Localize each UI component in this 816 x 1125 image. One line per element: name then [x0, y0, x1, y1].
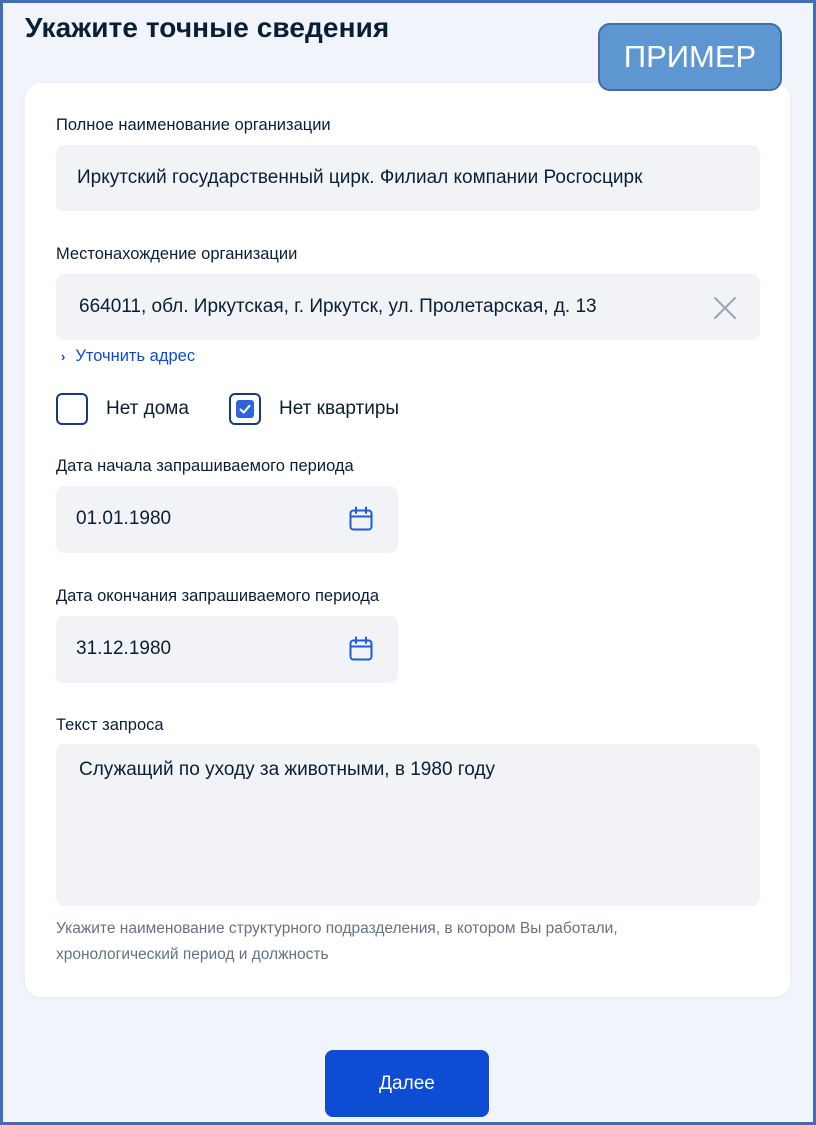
refine-address-label: Уточнить адрес — [75, 347, 196, 365]
page-title: Укажите точные сведения — [25, 12, 390, 43]
example-badge: ПРИМЕР — [598, 23, 782, 91]
no-apartment-checkbox-label: Нет квартиры — [279, 398, 400, 419]
end-date-field[interactable]: 31.12.1980 — [56, 616, 398, 683]
next-button[interactable]: Далее — [325, 1050, 489, 1117]
org-name-value: Иркутский государственный цирк. Филиал к… — [77, 167, 643, 188]
calendar-icon[interactable] — [348, 636, 374, 662]
request-hint-line-2: хронологический период и должность — [56, 946, 329, 963]
no-house-checkbox[interactable]: Нет дома — [56, 393, 189, 425]
no-house-checkbox-box[interactable] — [56, 393, 88, 425]
no-apartment-checkbox[interactable]: Нет квартиры — [229, 393, 399, 425]
end-date-label: Дата окончания запрашиваемого периода — [56, 587, 380, 605]
checkmark-icon — [239, 404, 251, 414]
calendar-icon[interactable] — [348, 506, 374, 532]
no-apartment-checkbox-box[interactable] — [229, 393, 261, 425]
end-date-value: 31.12.1980 — [76, 638, 172, 659]
org-name-field[interactable]: Иркутский государственный цирк. Филиал к… — [56, 145, 760, 211]
org-location-label: Местонахождение организации — [56, 245, 298, 263]
org-location-value: 664011, обл. Иркутская, г. Иркутск, ул. … — [79, 296, 597, 317]
request-textarea[interactable]: Служащий по уходу за животными, в 1980 г… — [56, 744, 760, 906]
request-hint-line-1: Укажите наименование структурного подраз… — [56, 920, 618, 937]
request-hint: Укажите наименование структурного подраз… — [56, 916, 756, 968]
no-house-checkbox-label: Нет дома — [106, 398, 189, 419]
request-text-value: Служащий по уходу за животными, в 1980 г… — [79, 759, 496, 780]
close-icon[interactable] — [712, 295, 738, 321]
start-date-label: Дата начала запрашиваемого периода — [56, 457, 354, 475]
request-text-label: Текст запроса — [56, 716, 164, 734]
form-card: Полное наименование организации Иркутски… — [25, 83, 790, 997]
chevron-right-icon: › — [61, 349, 66, 364]
org-location-field[interactable]: 664011, обл. Иркутская, г. Иркутск, ул. … — [56, 274, 760, 340]
refine-address-link[interactable]: › Уточнить адрес — [61, 347, 195, 366]
start-date-field[interactable]: 01.01.1980 — [56, 486, 398, 553]
start-date-value: 01.01.1980 — [76, 508, 172, 529]
org-name-label: Полное наименование организации — [56, 116, 331, 134]
